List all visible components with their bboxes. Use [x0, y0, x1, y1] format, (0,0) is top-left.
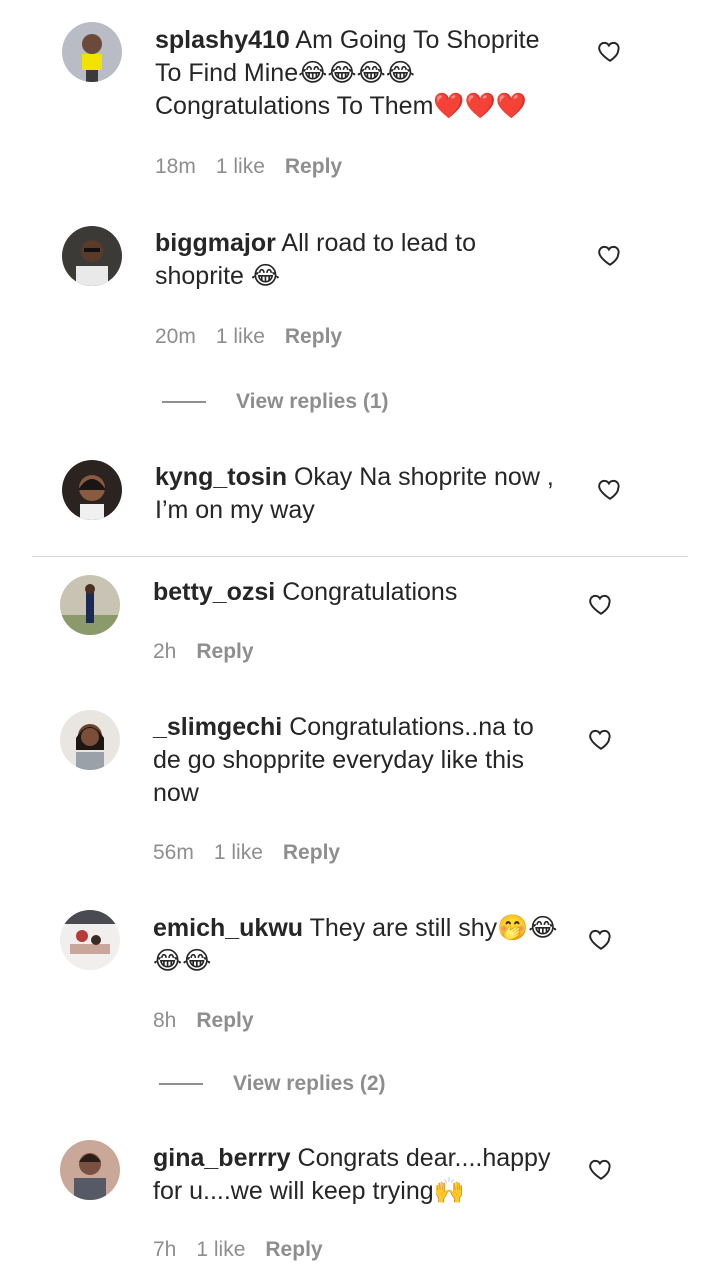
- avatar[interactable]: [62, 226, 122, 286]
- comment-time: 8h: [153, 1009, 177, 1032]
- comment-username[interactable]: kyng_tosin: [155, 463, 287, 491]
- comment-username[interactable]: _slimgechi: [153, 713, 282, 741]
- reply-button[interactable]: Reply: [285, 325, 342, 348]
- comment-likes[interactable]: 1 like: [216, 155, 265, 178]
- comment-text: splashy410 Am Going To Shoprite To Find …: [155, 24, 565, 123]
- avatar[interactable]: [62, 22, 122, 82]
- comment-text: _slimgechi Congratulations..na to de go …: [153, 711, 563, 810]
- view-replies-label[interactable]: View replies (1): [236, 390, 389, 413]
- comment-time: 18m: [155, 155, 196, 178]
- comment-text: betty_ozsi Congratulations: [153, 576, 563, 609]
- comment-username[interactable]: emich_ukwu: [153, 914, 303, 942]
- like-heart-icon[interactable]: [588, 926, 614, 952]
- reply-button[interactable]: Reply: [196, 1009, 253, 1032]
- comment-time: 7h: [153, 1238, 177, 1261]
- avatar[interactable]: [60, 910, 120, 970]
- like-heart-icon[interactable]: [597, 242, 623, 268]
- comment-username[interactable]: biggmajor: [155, 229, 276, 257]
- comment-meta: 18m 1 like Reply: [155, 155, 362, 179]
- like-heart-icon[interactable]: [588, 1156, 614, 1182]
- comment-time: 20m: [155, 325, 196, 348]
- comment-meta: 8h Reply: [153, 1009, 274, 1033]
- view-replies-button[interactable]: View replies (1): [162, 390, 389, 414]
- comment-meta: 7h 1 like Reply: [153, 1238, 343, 1262]
- avatar[interactable]: [60, 575, 120, 635]
- reply-button[interactable]: Reply: [285, 155, 342, 178]
- comment-meta: 2h Reply: [153, 640, 274, 664]
- like-heart-icon[interactable]: [588, 591, 614, 617]
- comment-likes[interactable]: 1 like: [216, 325, 265, 348]
- comment-meta: 20m 1 like Reply: [155, 325, 362, 349]
- comment-username[interactable]: splashy410: [155, 26, 290, 54]
- comment-body: Congratulations: [282, 578, 458, 606]
- view-replies-line: [162, 401, 206, 404]
- comment-text: emich_ukwu They are still shy🤭😂😂😂: [153, 912, 563, 978]
- like-heart-icon[interactable]: [588, 726, 614, 752]
- like-heart-icon[interactable]: [597, 38, 623, 64]
- avatar[interactable]: [62, 460, 122, 520]
- comment-username[interactable]: gina_berrry: [153, 1144, 291, 1172]
- comment-time: 2h: [153, 640, 177, 663]
- comment-text: kyng_tosin Okay Na shoprite now , I’m on…: [155, 461, 565, 527]
- reply-button[interactable]: Reply: [196, 640, 253, 663]
- comment-likes[interactable]: 1 like: [214, 841, 263, 864]
- comment-likes[interactable]: 1 like: [196, 1238, 245, 1261]
- comment-time: 56m: [153, 841, 194, 864]
- comment-text: gina_berrry Congrats dear....happy for u…: [153, 1142, 563, 1208]
- like-heart-icon[interactable]: [597, 476, 623, 502]
- reply-button[interactable]: Reply: [265, 1238, 322, 1261]
- avatar[interactable]: [60, 710, 120, 770]
- avatar[interactable]: [60, 1140, 120, 1200]
- comment-username[interactable]: betty_ozsi: [153, 578, 275, 606]
- view-replies-button[interactable]: View replies (2): [159, 1072, 386, 1096]
- comment-text: biggmajor All road to lead to shoprite 😂: [155, 227, 565, 293]
- section-divider: [32, 556, 688, 557]
- view-replies-line: [159, 1083, 203, 1086]
- reply-button[interactable]: Reply: [283, 841, 340, 864]
- view-replies-label[interactable]: View replies (2): [233, 1072, 386, 1095]
- comment-meta: 56m 1 like Reply: [153, 841, 360, 865]
